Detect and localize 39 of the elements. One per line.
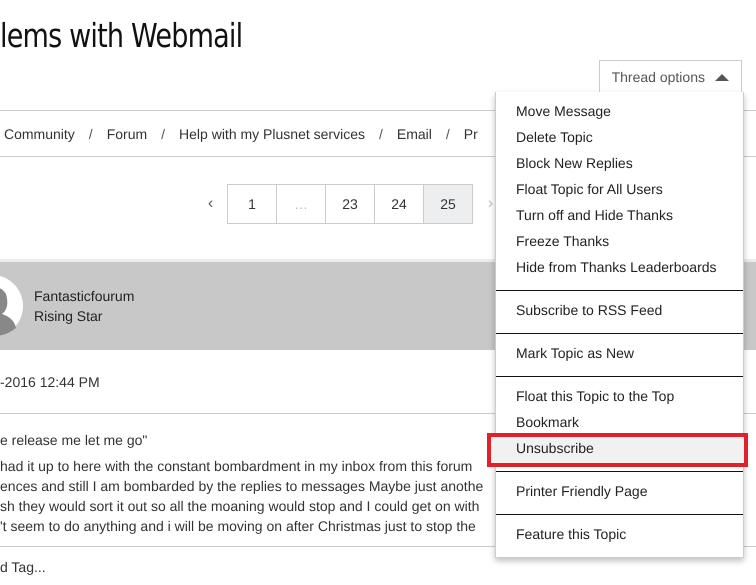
- menu-item[interactable]: Block New Replies: [496, 152, 743, 178]
- avatar-icon: [0, 274, 24, 338]
- menu-item[interactable]: Bookmark: [496, 411, 743, 437]
- breadcrumb-link[interactable]: Pr: [464, 126, 478, 142]
- author-name[interactable]: Fantasticfourum: [34, 288, 134, 304]
- author-rank: Rising Star: [34, 308, 104, 324]
- caret-icon: [715, 72, 729, 80]
- breadcrumb-separator: /: [378, 126, 383, 142]
- menu-item[interactable]: Subscribe to RSS Feed: [496, 299, 743, 325]
- page-link[interactable]: 23: [325, 184, 375, 224]
- page-link[interactable]: 25: [423, 184, 473, 224]
- menu-item[interactable]: Hide from Thanks Leaderboards: [496, 256, 743, 282]
- breadcrumb-link[interactable]: Email: [396, 126, 432, 142]
- page-link[interactable]: 1: [227, 184, 277, 224]
- menu-item[interactable]: Turn off and Hide Thanks: [496, 204, 743, 230]
- menu-item[interactable]: Float Topic for All Users: [496, 178, 743, 204]
- page-link[interactable]: 24: [374, 184, 424, 224]
- breadcrumb-separator: /: [446, 126, 450, 142]
- menu-item[interactable]: Float this Topic to the Top: [496, 385, 743, 411]
- menu-item[interactable]: Freeze Thanks: [496, 230, 743, 256]
- menu-item[interactable]: Unsubscribe: [491, 437, 744, 463]
- post-text-line: ences and still I am bombarded by the replies to messages Maybe just anothe: [0, 477, 484, 496]
- post-text-line: sh they would sort it out so all the moaning would stop and I could get on with: [0, 497, 480, 516]
- add-tag-link[interactable]: d Tag...: [0, 547, 756, 575]
- breadcrumb-link[interactable]: Community: [4, 126, 75, 142]
- post-subject: e release me let me go": [0, 431, 148, 450]
- post-text-line: had it up to here with the constant bombardment in my inbox from this forum: [0, 457, 472, 476]
- breadcrumb-separator: /: [88, 126, 93, 142]
- menu-item[interactable]: Printer Friendly Page: [496, 480, 743, 506]
- breadcrumb-separator: /: [161, 126, 166, 142]
- thread-options-button[interactable]: Thread options: [598, 60, 742, 92]
- menu-item[interactable]: Feature this Topic: [496, 523, 743, 549]
- page-title: lems with Webmail: [0, 15, 244, 57]
- post-text-line: 't seem to do anything and i will be moving on after Christmas just to stop the: [0, 517, 476, 536]
- menu-item[interactable]: Delete Topic: [496, 126, 743, 152]
- breadcrumb-link[interactable]: Help with my Plusnet services: [179, 126, 365, 142]
- menu-item[interactable]: Move Message: [496, 100, 743, 126]
- previous-page-link[interactable]: ‹: [193, 195, 228, 213]
- breadcrumb-link[interactable]: Forum: [106, 126, 148, 142]
